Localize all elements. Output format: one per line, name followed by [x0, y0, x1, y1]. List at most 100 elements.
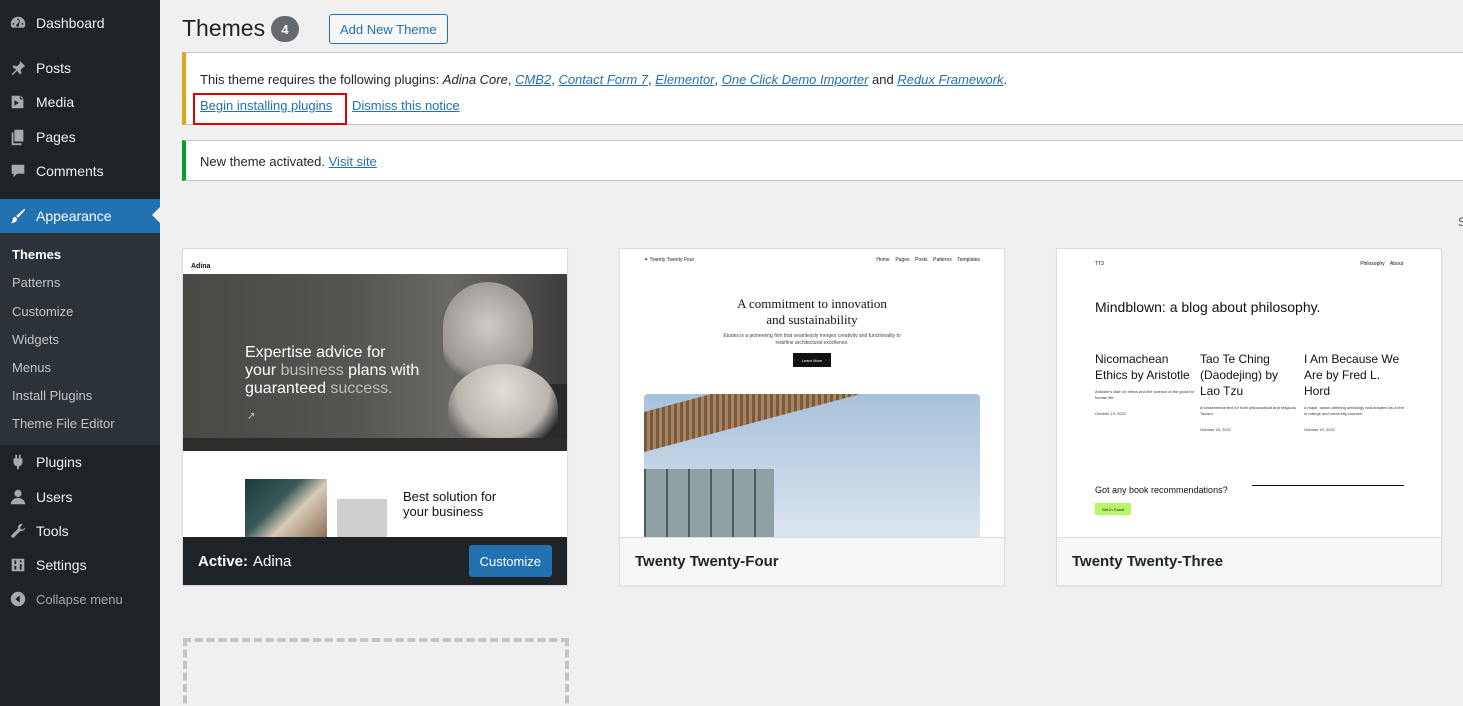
theme-screenshot: Adina Expertise advice for your business…: [183, 249, 567, 537]
shot-post: Tao Te Ching (Daodejing) by Lao Tzu A fu…: [1200, 352, 1296, 432]
required-plugins-text: This theme requires the following plugin…: [200, 72, 1008, 87]
shot-subtitle: Études is a pioneering firm that seamles…: [723, 333, 901, 346]
begin-link-wrap: Begin installing plugins: [200, 98, 332, 113]
theme-name: Twenty Twenty-Three: [1072, 553, 1224, 570]
menu-label: Settings: [36, 557, 87, 573]
menu-appearance[interactable]: Appearance: [0, 199, 160, 233]
menu-label: Comments: [36, 163, 104, 179]
menu-tools[interactable]: Tools: [0, 514, 160, 548]
brush-icon: [0, 207, 36, 225]
shot-button: Get In Touch: [1095, 503, 1131, 515]
truncated-text: S: [1458, 215, 1463, 229]
menu-label: Appearance: [36, 208, 112, 224]
menu-label: Posts: [36, 60, 72, 76]
plugin-link-ocdi[interactable]: One Click Demo Importer: [722, 72, 869, 87]
theme-name: Adina: [253, 552, 292, 570]
shot-post: I Am Because We Are by Fred L. Hord A ma…: [1304, 352, 1404, 432]
theme-name: Twenty Twenty-Four: [635, 553, 779, 570]
menu-label: Tools: [36, 523, 69, 539]
add-new-theme-button[interactable]: Add New Theme: [329, 14, 448, 44]
theme-activated-notice: New theme activated. Visit site: [182, 140, 1463, 181]
shot-hero: Expertise advice for your business plans…: [183, 274, 567, 454]
theme-screenshot: TT3 Philosophy About Mindblown: a blog a…: [1057, 249, 1441, 537]
menu-comments[interactable]: Comments: [0, 154, 160, 188]
theme-card-twenty-twenty-four[interactable]: ✦ Twenty Twenty Four Home Pages Posts Pa…: [619, 248, 1005, 586]
customize-button[interactable]: Customize: [468, 545, 552, 577]
shot-topbar: [183, 249, 567, 273]
add-new-theme-card[interactable]: [183, 638, 569, 706]
menu-settings[interactable]: Settings: [0, 548, 160, 582]
and-text: and: [868, 72, 898, 87]
main-content: Themes 4 Add New Theme This theme requir…: [160, 0, 1463, 706]
dismiss-link-wrap: Dismiss this notice: [352, 98, 460, 113]
submenu-themes[interactable]: Themes: [12, 247, 61, 262]
plugin-link-elementor[interactable]: Elementor: [655, 72, 714, 87]
shot-building-image: [644, 394, 980, 537]
settings-icon: [0, 556, 36, 574]
dashboard-icon: [0, 14, 36, 32]
notice-prefix: This theme requires the following plugin…: [200, 72, 443, 87]
submenu-install-plugins[interactable]: Install Plugins: [12, 388, 92, 403]
active-label: Active:: [198, 552, 249, 570]
theme-footer: Active: Adina Customize: [183, 537, 567, 585]
shot-logo: Adina: [191, 263, 211, 270]
menu-media[interactable]: Media: [0, 85, 160, 119]
menu-label: Dashboard: [36, 15, 105, 31]
visit-site-link[interactable]: Visit site: [329, 154, 377, 169]
plug-icon: [0, 453, 36, 471]
collapse-icon: [0, 590, 36, 608]
menu-dashboard[interactable]: Dashboard: [0, 6, 160, 40]
media-icon: [0, 93, 36, 111]
wrench-icon: [0, 522, 36, 540]
shot-question: Got any book recommendations?: [1095, 485, 1228, 495]
shot-solution: Best solution for your business: [403, 489, 497, 519]
admin-sidebar: Dashboard Posts Media Pages Comments App…: [0, 0, 160, 706]
shot-button: Learn More: [793, 353, 831, 367]
shot-header: ✦ Twenty Twenty Four Home Pages Posts Pa…: [644, 257, 980, 263]
comment-icon: [0, 162, 36, 180]
arrow-icon: ↗: [247, 411, 256, 422]
plugin-link-cmb2[interactable]: CMB2: [515, 72, 551, 87]
appearance-submenu: Themes Patterns Customize Widgets Menus …: [0, 233, 160, 445]
shot-strip: [183, 438, 567, 451]
page-title: Themes: [182, 15, 266, 41]
shot-post: Nicomachean Ethics by Aristotle Aristotl…: [1095, 352, 1195, 416]
menu-pages[interactable]: Pages: [0, 120, 160, 154]
activated-text: New theme activated. Visit site: [200, 154, 377, 169]
menu-users[interactable]: Users: [0, 480, 160, 514]
submenu-theme-file-editor[interactable]: Theme File Editor: [12, 416, 115, 431]
plugin-link-redux[interactable]: Redux Framework: [897, 72, 1003, 87]
submenu-customize[interactable]: Customize: [12, 304, 73, 319]
submenu-menus[interactable]: Menus: [12, 360, 51, 375]
menu-plugins[interactable]: Plugins: [0, 445, 160, 479]
theme-card-adina[interactable]: Adina Expertise advice for your business…: [182, 248, 568, 586]
begin-installing-plugins-link[interactable]: Begin installing plugins: [200, 98, 332, 113]
shot-divider: [1252, 485, 1404, 486]
shot-header: TT3 Philosophy About: [1095, 261, 1403, 267]
shot-title: A commitment to innovation and sustainab…: [737, 296, 887, 327]
activated-message: New theme activated.: [200, 154, 329, 169]
user-icon: [0, 488, 36, 506]
theme-footer: Twenty Twenty-Three: [1057, 537, 1441, 585]
dismiss-notice-link[interactable]: Dismiss this notice: [352, 98, 460, 113]
menu-label: Plugins: [36, 454, 82, 470]
menu-label: Collapse menu: [36, 591, 123, 607]
plugin-name: Adina Core: [442, 72, 508, 87]
shot-lower: Best solution for your business: [183, 451, 567, 537]
collapse-menu-button[interactable]: Collapse menu: [0, 582, 160, 616]
submenu-patterns[interactable]: Patterns: [12, 275, 60, 290]
theme-footer: Twenty Twenty-Four: [620, 537, 1004, 585]
menu-label: Pages: [36, 129, 76, 145]
menu-label: Users: [36, 489, 73, 505]
shot-headline: Expertise advice for your business plans…: [245, 344, 420, 397]
required-plugins-notice: This theme requires the following plugin…: [182, 52, 1463, 125]
shot-headline: Mindblown: a blog about philosophy.: [1095, 299, 1321, 315]
theme-screenshot: ✦ Twenty Twenty Four Home Pages Posts Pa…: [620, 249, 1004, 537]
period-text: .: [1003, 72, 1008, 87]
theme-card-twenty-twenty-three[interactable]: TT3 Philosophy About Mindblown: a blog a…: [1056, 248, 1442, 586]
menu-posts[interactable]: Posts: [0, 51, 160, 85]
theme-count-badge: 4: [271, 16, 299, 42]
menu-label: Media: [36, 94, 75, 110]
plugin-link-cf7[interactable]: Contact Form 7: [558, 72, 648, 87]
submenu-widgets[interactable]: Widgets: [12, 332, 59, 347]
